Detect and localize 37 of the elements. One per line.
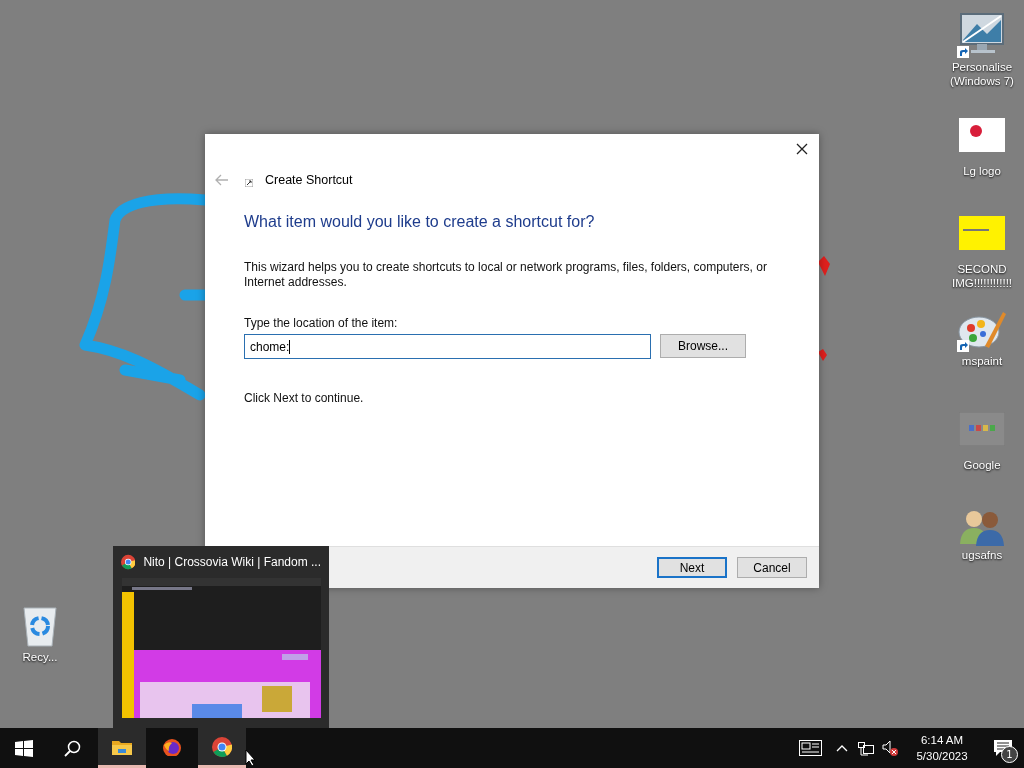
- icon-label[interactable]: Lg logo: [963, 164, 1001, 178]
- wizard-hint: Click Next to continue.: [244, 391, 365, 405]
- taskbar-preview[interactable]: Nito | Crossovia Wiki | Fandom ...: [113, 546, 329, 728]
- firefox-icon: [162, 737, 182, 756]
- clock-button[interactable]: 6:14 AM 5/30/2023: [902, 728, 982, 768]
- shortcut-icon: [245, 179, 253, 187]
- next-button[interactable]: Next: [657, 557, 727, 578]
- icon-label[interactable]: Recy...: [22, 650, 58, 664]
- icon-label[interactable]: SECOND IMG!!!!!!!!!!!!: [942, 262, 1022, 290]
- clock-date: 5/30/2023: [916, 749, 968, 764]
- preview-title: Nito | Crossovia Wiki | Fandom ...: [143, 554, 321, 569]
- window-title: Create Shortcut: [265, 173, 353, 187]
- icon-label[interactable]: Google: [963, 458, 1001, 472]
- taskbar-app-button[interactable]: [98, 728, 146, 768]
- chrome-icon: [121, 553, 136, 570]
- mouse-pointer-icon: [245, 749, 257, 767]
- volume-icon: [882, 740, 898, 756]
- notifications-button[interactable]: 1: [982, 728, 1024, 768]
- notification-count: 1: [1001, 746, 1018, 763]
- cancel-button[interactable]: Cancel: [737, 557, 807, 578]
- wizard-heading: What item would you like to create a shortcut for?: [244, 213, 596, 231]
- chrome-icon: [212, 736, 232, 757]
- field-label: Type the location of the item:: [244, 316, 399, 330]
- location-field[interactable]: chome:: [244, 334, 651, 359]
- taskbar-app-button[interactable]: [198, 728, 246, 768]
- close-icon[interactable]: [796, 143, 808, 155]
- wizard-description: This wizard helps you to create shortcuts to local or network programs, files, folders, computers, or Internet addresses.: [244, 260, 768, 290]
- clock-time: 6:14 AM: [920, 733, 964, 748]
- icon-label[interactable]: Personalise (Windows 7): [942, 60, 1022, 88]
- chevron-icon: [836, 743, 848, 753]
- search-icon: [63, 739, 81, 757]
- network-icon: [858, 740, 874, 756]
- news-icon: [798, 740, 822, 756]
- browse-button[interactable]: Browse...: [660, 334, 746, 358]
- start-icon: [15, 739, 33, 757]
- icon-label[interactable]: ugsafns: [961, 548, 1003, 562]
- icon-label[interactable]: mspaint: [961, 354, 1003, 368]
